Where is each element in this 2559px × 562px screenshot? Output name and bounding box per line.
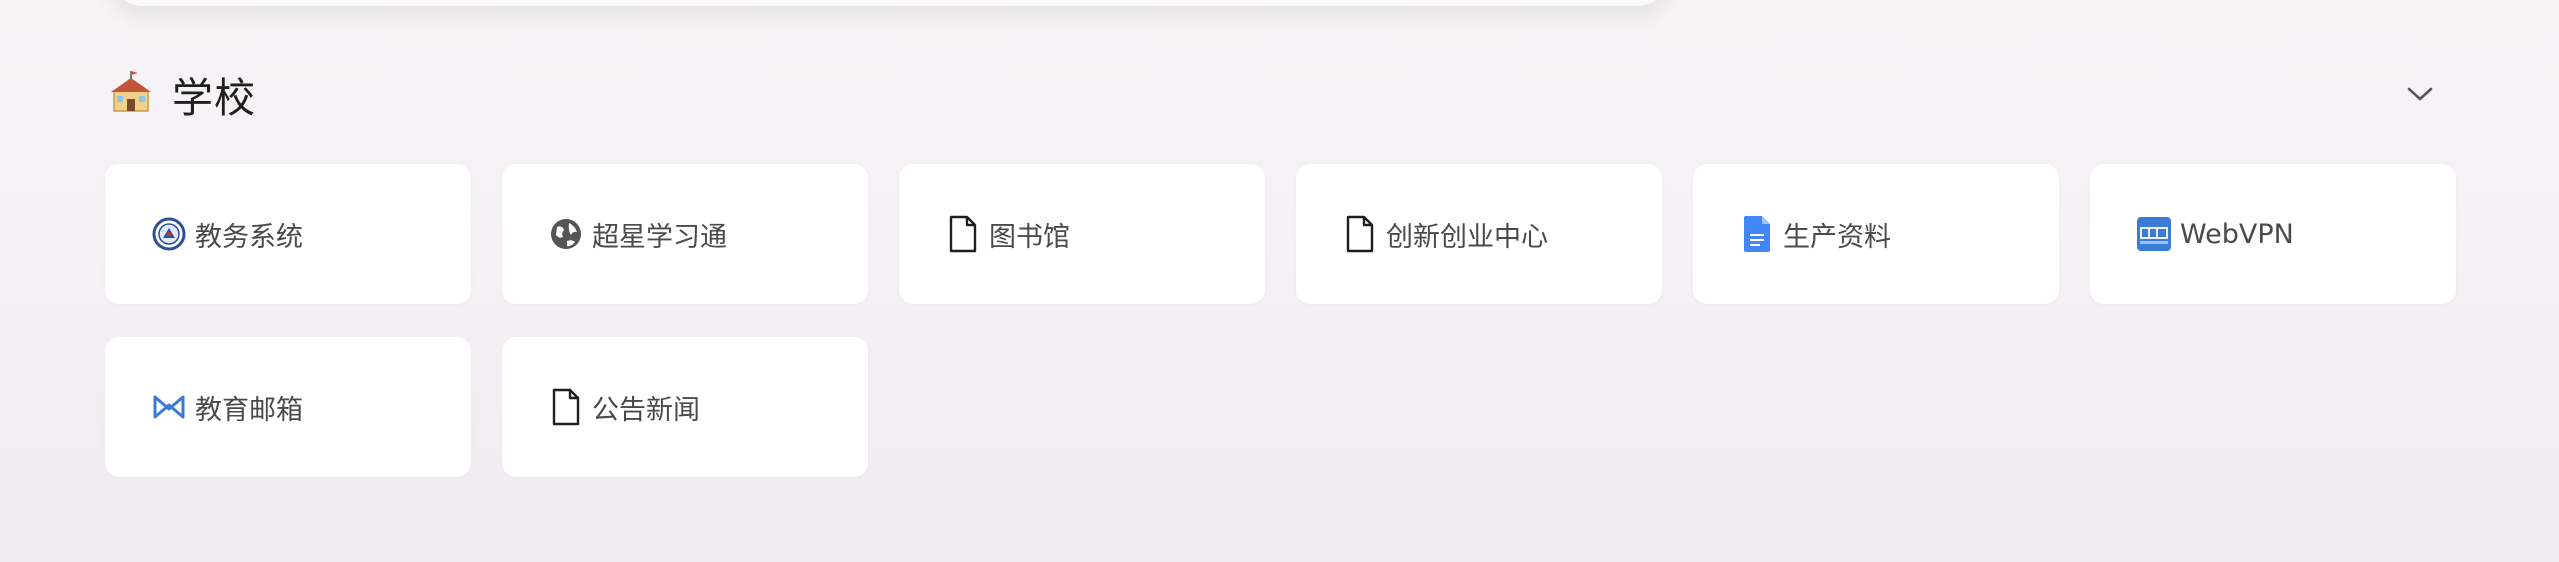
link-label: 创新创业中心 xyxy=(1386,221,1548,253)
school-icon xyxy=(108,69,154,119)
link-label: 超星学习通 xyxy=(592,221,727,253)
link-card-chaoxing[interactable]: 超星学习通 xyxy=(502,164,868,304)
link-label: 教务系统 xyxy=(195,221,303,253)
academic-seal-icon xyxy=(151,216,187,252)
link-label: 生产资料 xyxy=(1783,221,1891,253)
section-title: 学校 xyxy=(172,74,256,122)
webvpn-logo-icon xyxy=(2136,216,2172,252)
link-card-edu-mail[interactable]: 教育邮箱 xyxy=(105,337,471,477)
link-label: WebVPN xyxy=(2180,218,2294,250)
chevron-down-icon xyxy=(2407,87,2433,101)
document-icon xyxy=(548,388,584,426)
infinity-mail-icon xyxy=(151,389,187,425)
top-card-edge xyxy=(110,0,1670,6)
link-card-library[interactable]: 图书馆 xyxy=(899,164,1265,304)
document-icon xyxy=(945,215,981,253)
link-card-news[interactable]: 公告新闻 xyxy=(502,337,868,477)
section-header: 学校 xyxy=(108,66,256,122)
link-card-materials[interactable]: 生产资料 xyxy=(1693,164,2059,304)
document-icon xyxy=(1342,215,1378,253)
link-card-innovation[interactable]: 创新创业中心 xyxy=(1296,164,1662,304)
collapse-button[interactable] xyxy=(2400,74,2440,114)
link-card-webvpn[interactable]: WebVPN xyxy=(2090,164,2456,304)
google-doc-icon xyxy=(1739,216,1775,252)
link-card-jiaowu[interactable]: 教务系统 xyxy=(105,164,471,304)
link-label: 公告新闻 xyxy=(592,394,700,426)
link-label: 教育邮箱 xyxy=(195,394,303,426)
link-label: 图书馆 xyxy=(989,221,1070,253)
globe-icon xyxy=(548,216,584,252)
